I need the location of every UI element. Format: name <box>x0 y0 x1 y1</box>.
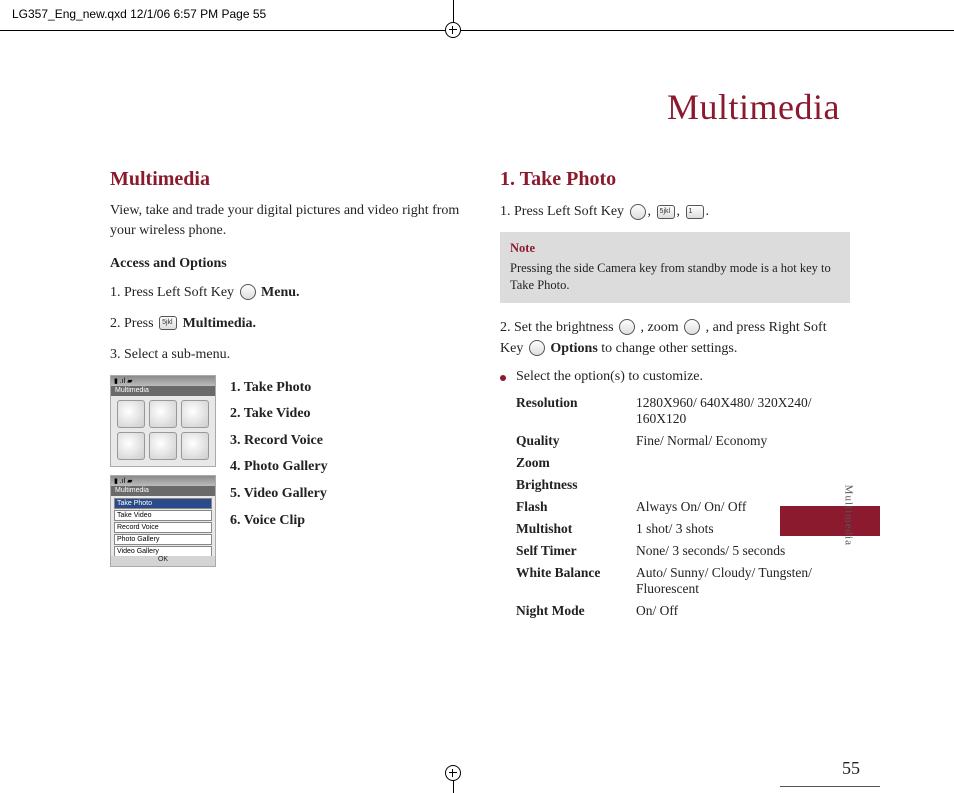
option-value: None/ 3 seconds/ 5 seconds <box>636 543 850 559</box>
submenu-item: 5. Video Gallery <box>230 481 328 508</box>
option-row: Resolution1280X960/ 640X480/ 320X240/ 16… <box>516 395 850 427</box>
section-heading-multimedia: Multimedia <box>110 168 460 191</box>
soft-key-icon <box>529 340 545 356</box>
submenu-item: 1. Take Photo <box>230 375 328 402</box>
option-row: Night ModeOn/ Off <box>516 603 850 619</box>
step-text: to change other settings. <box>601 341 737 356</box>
submenu-item: 2. Take Video <box>230 401 328 428</box>
option-key: Self Timer <box>516 543 636 559</box>
intro-text: View, take and trade your digital pictur… <box>110 201 460 242</box>
left-column: Multimedia View, take and trade your dig… <box>110 168 460 625</box>
crop-mark <box>0 30 954 31</box>
thumb-tab <box>780 506 880 536</box>
step-text: Menu. <box>261 285 300 300</box>
step-2: 2. Press 5jkl Multimedia. <box>110 313 460 334</box>
note-body: Pressing the side Camera key from standb… <box>510 260 840 295</box>
number-key-5-icon: 5jkl <box>159 316 177 330</box>
soft-key-icon <box>630 204 646 220</box>
nav-left-right-icon <box>619 319 635 335</box>
step-text: , zoom <box>641 320 683 335</box>
page-title: Multimedia <box>110 86 880 128</box>
step-text: 2. Set the brightness <box>500 320 617 335</box>
registration-mark-icon <box>445 22 461 38</box>
phone-screenshot-list: ▮ .ıl ▰ Multimedia Take Photo Take Video… <box>110 475 216 567</box>
number-key-1-icon: 1 <box>686 205 704 219</box>
screenshots: ▮ .ıl ▰ Multimedia ▮ .ıl ▰ Multimedia Ta… <box>110 375 216 575</box>
phone-screenshot-grid: ▮ .ıl ▰ Multimedia <box>110 375 216 467</box>
step-text: 2. Press <box>110 316 157 331</box>
option-value: On/ Off <box>636 603 850 619</box>
option-value: Auto/ Sunny/ Cloudy/ Tungsten/ Fluoresce… <box>636 565 850 597</box>
step-text: Options <box>550 341 597 356</box>
option-key: White Balance <box>516 565 636 597</box>
step-text: 1. Press Left Soft Key <box>110 285 238 300</box>
side-rule <box>780 786 880 787</box>
submenu-list: 1. Take Photo 2. Take Video 3. Record Vo… <box>230 375 328 575</box>
bullet-customize: Select the option(s) to customize. <box>500 369 850 385</box>
option-key: Resolution <box>516 395 636 427</box>
step-text: 1. Press Left Soft Key <box>500 204 628 219</box>
option-key: Brightness <box>516 477 636 493</box>
option-value <box>636 477 850 493</box>
right-column: 1. Take Photo 1. Press Left Soft Key , 5… <box>500 168 850 625</box>
number-key-5-icon: 5jkl <box>657 205 675 219</box>
option-key: Night Mode <box>516 603 636 619</box>
page-number: 55 <box>842 758 860 779</box>
option-key: Multishot <box>516 521 636 537</box>
columns: Multimedia View, take and trade your dig… <box>110 168 880 625</box>
page: LG357_Eng_new.qxd 12/1/06 6:57 PM Page 5… <box>0 0 954 793</box>
option-value: 1280X960/ 640X480/ 320X240/ 160X120 <box>636 395 850 427</box>
step-text: Multimedia. <box>183 316 257 331</box>
side-section-label: Multimedia <box>842 485 854 546</box>
option-value <box>636 455 850 471</box>
note-box: Note Pressing the side Camera key from s… <box>500 232 850 303</box>
option-row: QualityFine/ Normal/ Economy <box>516 433 850 449</box>
option-key: Quality <box>516 433 636 449</box>
submenu-block: ▮ .ıl ▰ Multimedia ▮ .ıl ▰ Multimedia Ta… <box>110 375 460 575</box>
section-heading-take-photo: 1. Take Photo <box>500 168 850 191</box>
submenu-item: 6. Voice Clip <box>230 508 328 535</box>
document-slug: LG357_Eng_new.qxd 12/1/06 6:57 PM Page 5… <box>12 7 266 21</box>
access-options-heading: Access and Options <box>110 256 460 272</box>
option-key: Flash <box>516 499 636 515</box>
step-1: 1. Press Left Soft Key , 5jkl, 1. <box>500 201 850 222</box>
option-row: Brightness <box>516 477 850 493</box>
option-row: White BalanceAuto/ Sunny/ Cloudy/ Tungst… <box>516 565 850 597</box>
soft-key-icon <box>240 284 256 300</box>
submenu-item: 4. Photo Gallery <box>230 454 328 481</box>
option-row: Self TimerNone/ 3 seconds/ 5 seconds <box>516 543 850 559</box>
option-row: Zoom <box>516 455 850 471</box>
option-key: Zoom <box>516 455 636 471</box>
step-2: 2. Set the brightness , zoom , and press… <box>500 317 850 359</box>
nav-up-down-icon <box>684 319 700 335</box>
step-3: 3. Select a sub-menu. <box>110 344 460 365</box>
option-value: Fine/ Normal/ Economy <box>636 433 850 449</box>
submenu-item: 3. Record Voice <box>230 428 328 455</box>
registration-mark-icon <box>445 765 461 781</box>
note-title: Note <box>510 240 840 258</box>
content-area: Multimedia Multimedia View, take and tra… <box>110 86 880 766</box>
step-1: 1. Press Left Soft Key Menu. <box>110 282 460 303</box>
